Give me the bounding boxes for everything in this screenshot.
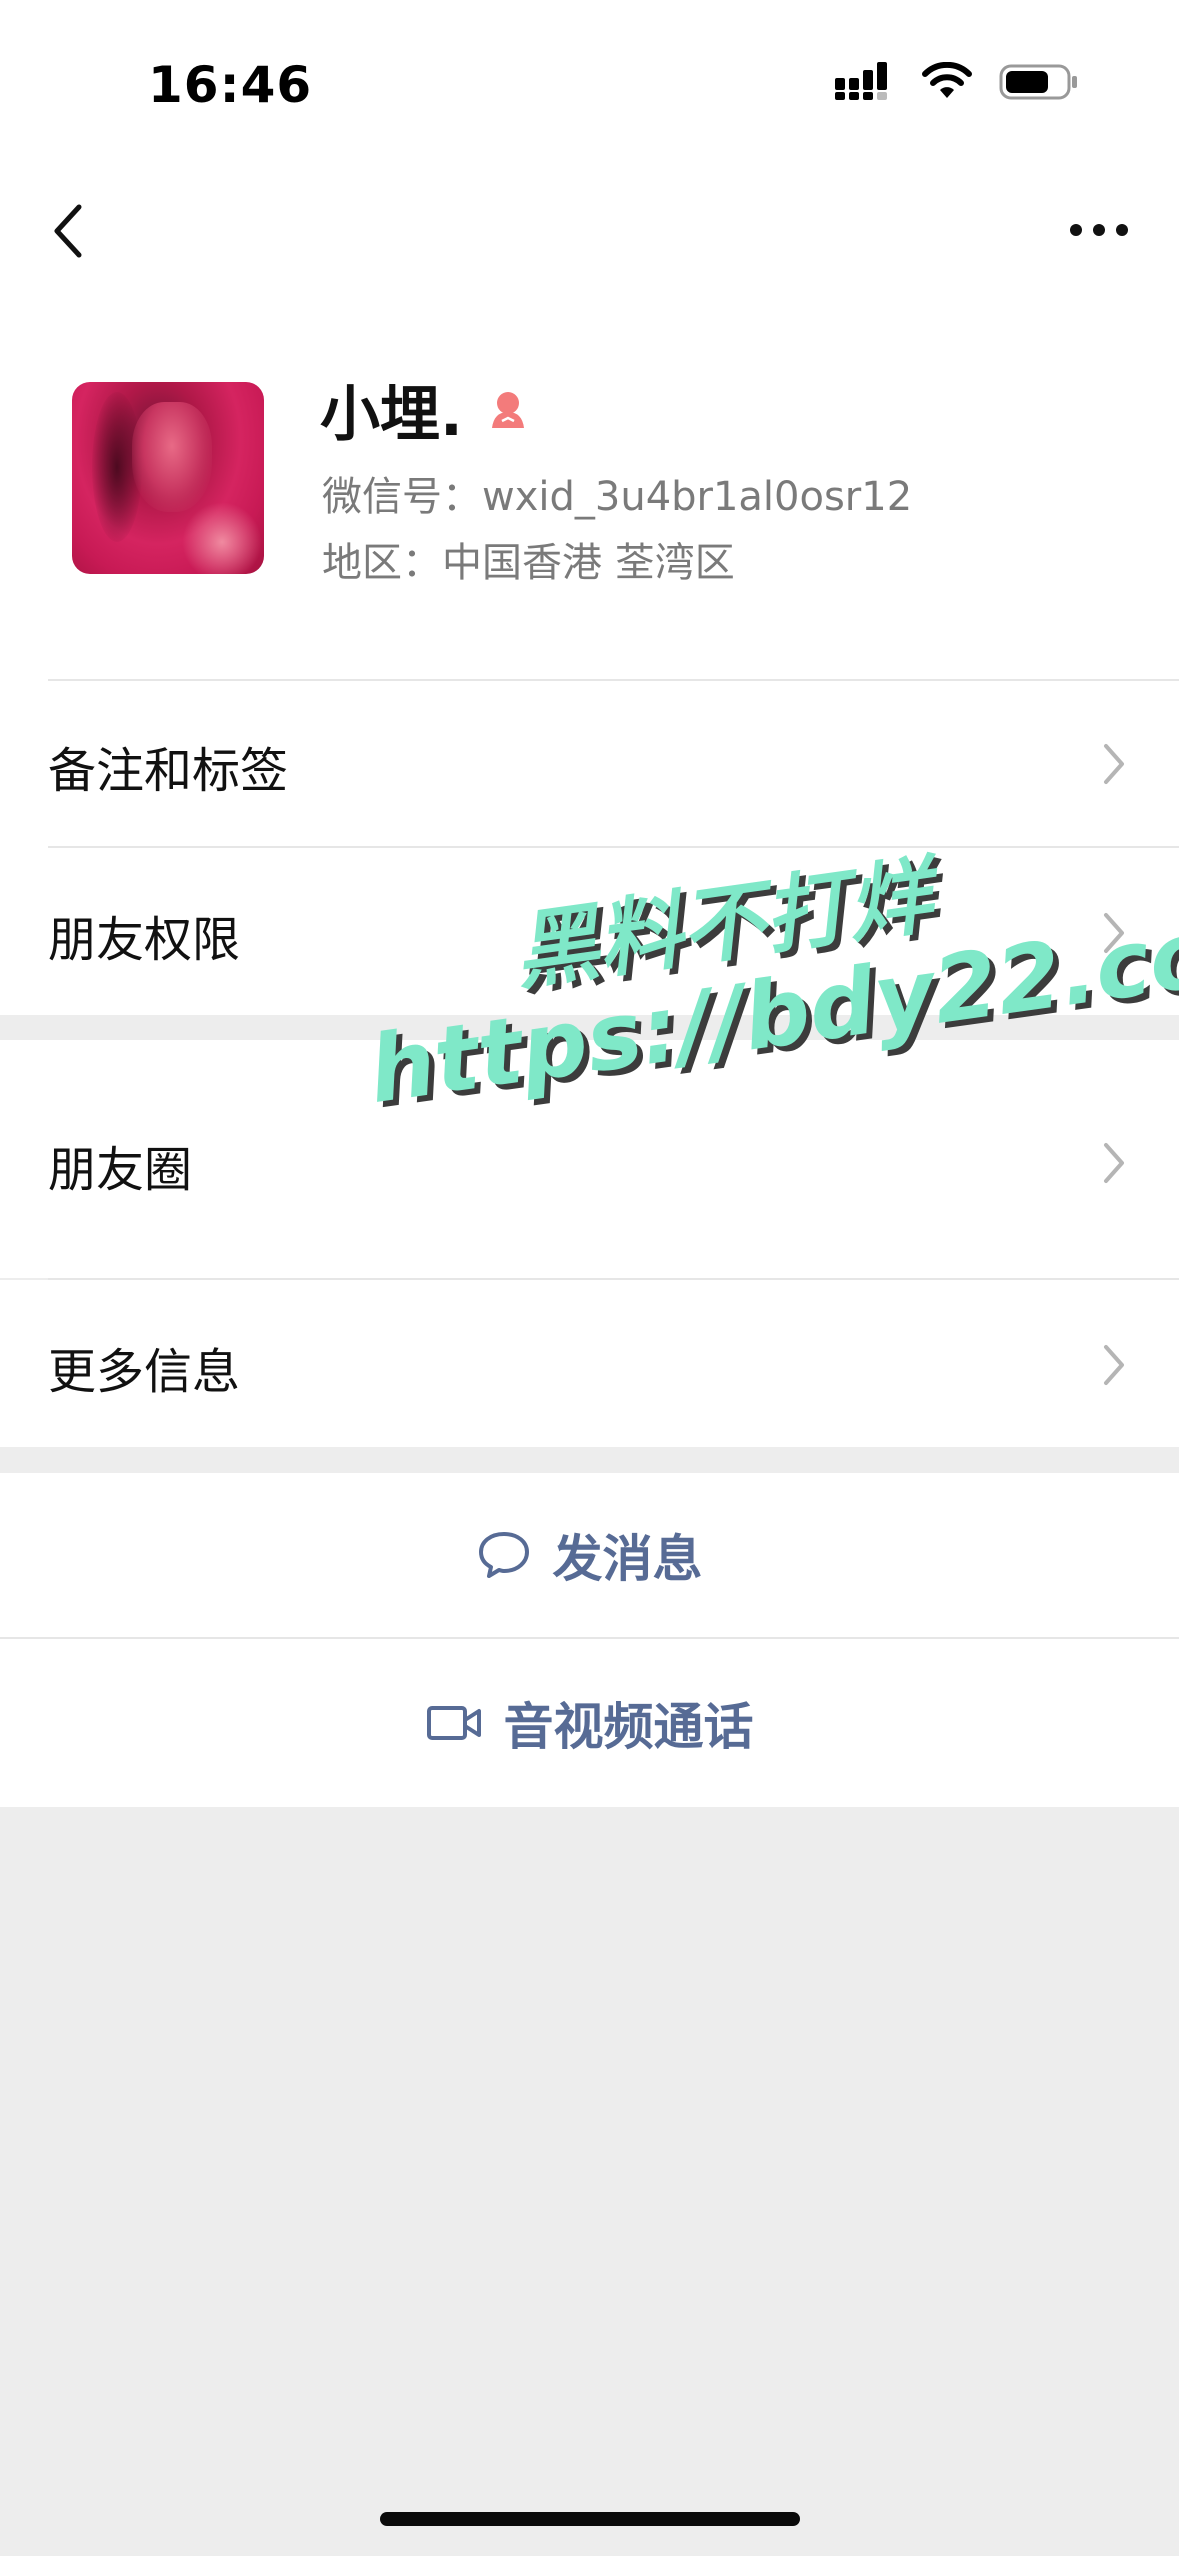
moments-label: 朋友圈: [48, 1142, 193, 1198]
section-gap: [0, 1447, 1179, 1473]
chevron-right-icon: [1099, 1342, 1129, 1388]
audio-video-call-label: 音视频通话: [503, 1698, 754, 1756]
ellipsis-icon: [1070, 224, 1128, 236]
remarks-and-tags-label: 备注和标签: [48, 743, 289, 799]
more-info-row[interactable]: 更多信息: [0, 1280, 1179, 1447]
profile-name-row: 小埋.: [320, 366, 531, 453]
section-gap: [0, 1015, 1179, 1040]
status-icons: [833, 62, 1079, 102]
battery-icon: [999, 64, 1077, 100]
navigation-bar: [0, 180, 1179, 280]
status-time: 16:46: [148, 56, 313, 114]
wifi-icon: [922, 62, 972, 98]
chat-bubble-icon: [477, 1530, 531, 1580]
wechat-id: 微信号：wxid_3u4br1al0osr12: [322, 474, 913, 520]
avatar[interactable]: [72, 382, 264, 574]
profile-header: 小埋. 微信号：wxid_3u4br1al0osr12 地区：中国香港 荃湾区: [0, 360, 1179, 640]
send-message-button[interactable]: 发消息: [0, 1473, 1179, 1637]
remarks-and-tags-row[interactable]: 备注和标签: [0, 681, 1179, 846]
audio-video-call-button[interactable]: 音视频通话: [0, 1639, 1179, 1807]
friend-permissions-row[interactable]: 朋友权限: [0, 848, 1179, 1015]
region: 地区：中国香港 荃湾区: [322, 540, 735, 586]
female-icon: [485, 387, 531, 433]
video-camera-icon: [426, 1704, 482, 1742]
chevron-right-icon: [1099, 1140, 1129, 1186]
chevron-right-icon: [1099, 910, 1129, 956]
moments-row[interactable]: 朋友圈: [0, 1040, 1179, 1278]
chevron-right-icon: [1099, 741, 1129, 787]
cellular-signal-icon: [835, 62, 887, 100]
send-message-label: 发消息: [552, 1530, 703, 1588]
chevron-left-icon: [54, 204, 82, 258]
home-indicator[interactable]: [380, 2512, 800, 2526]
more-info-label: 更多信息: [48, 1344, 241, 1400]
status-bar: 16:46: [0, 0, 1179, 150]
back-button[interactable]: [40, 196, 96, 266]
more-options-button[interactable]: [1059, 200, 1139, 260]
profile-name: 小埋.: [320, 380, 463, 450]
friend-permissions-label: 朋友权限: [48, 912, 241, 968]
